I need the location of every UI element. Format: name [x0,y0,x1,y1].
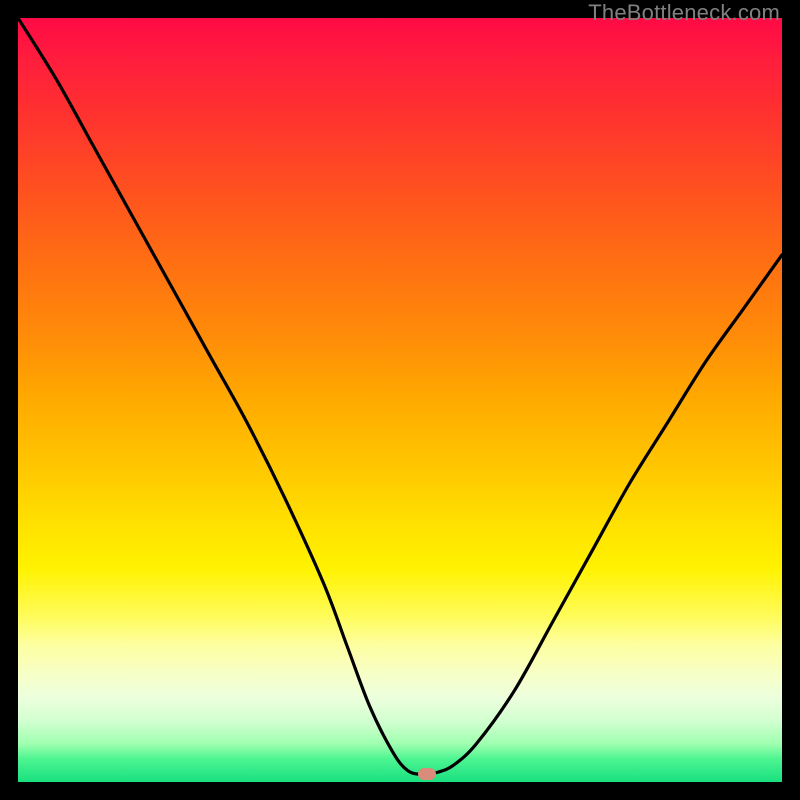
chart-frame: TheBottleneck.com [0,0,800,800]
plot-area [18,18,782,782]
bottleneck-curve [18,18,782,782]
optimum-marker [418,768,436,780]
watermark-text: TheBottleneck.com [588,0,780,26]
